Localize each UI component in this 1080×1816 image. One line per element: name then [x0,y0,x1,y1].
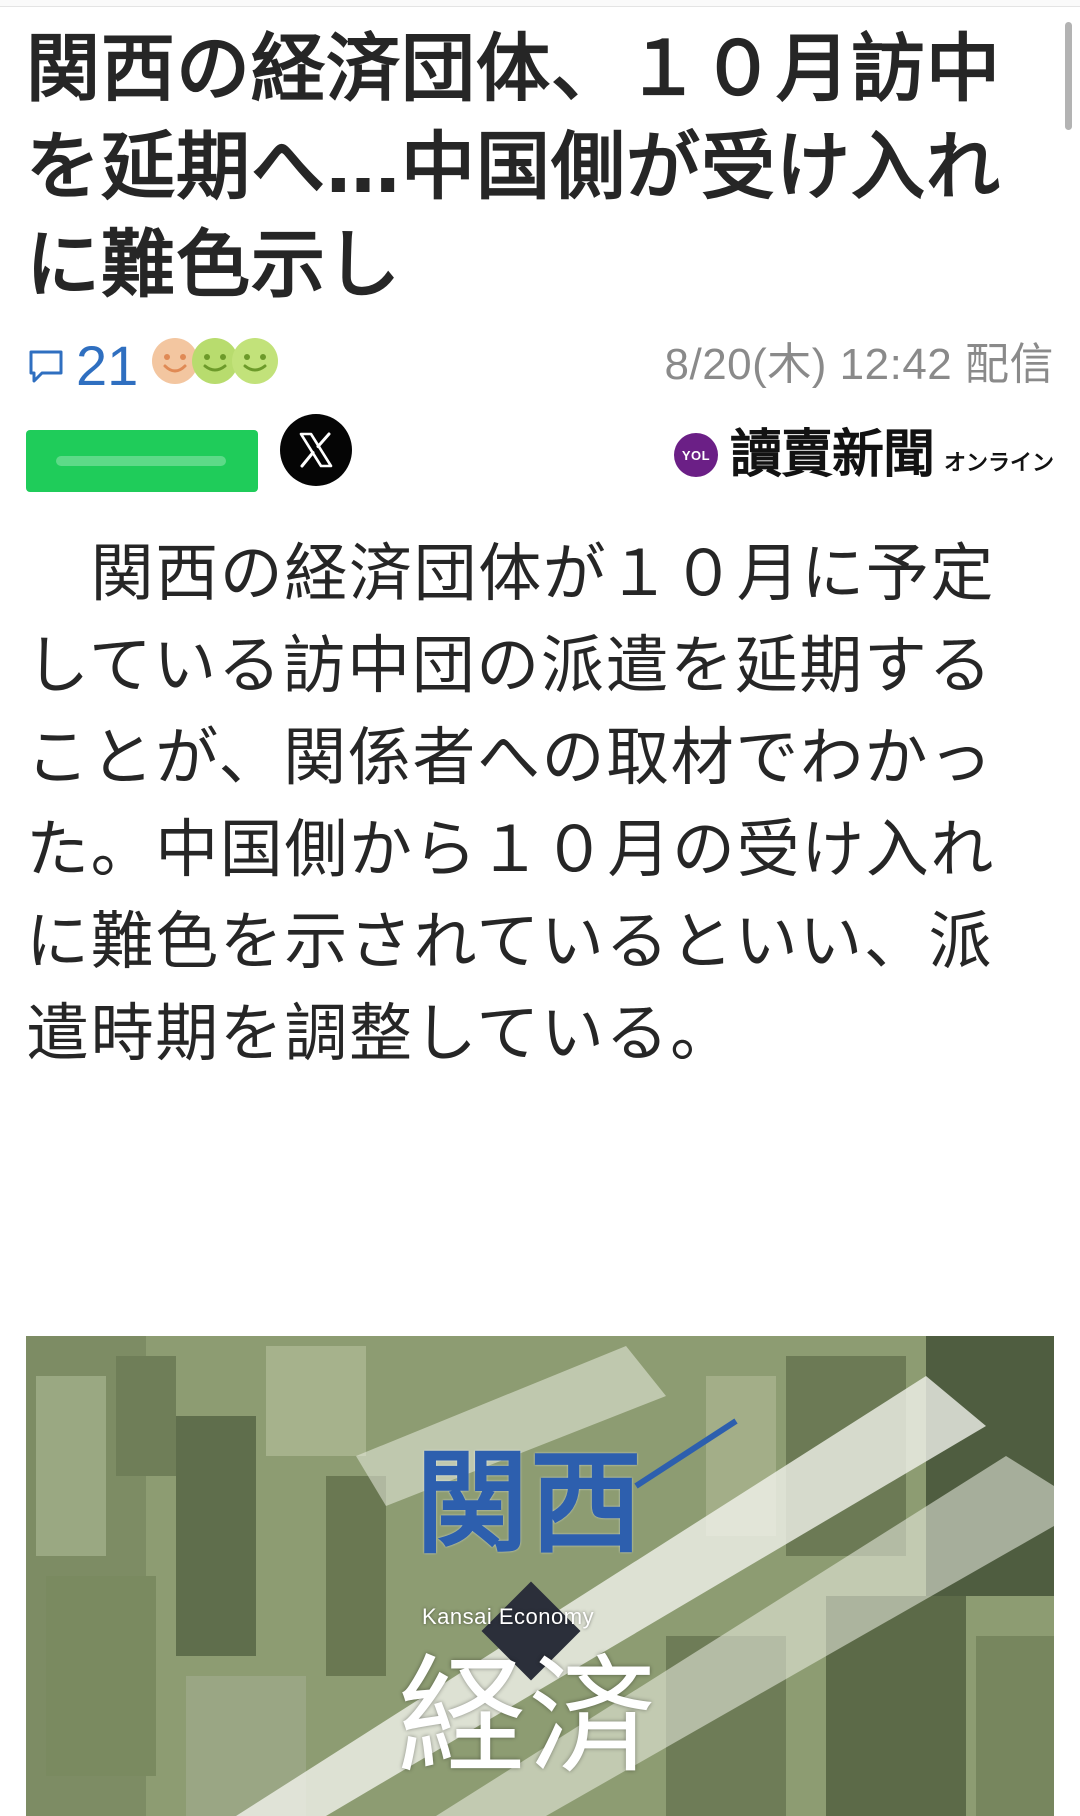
article-meta: 21 8/20(木) 12:42 配信 [26,328,1054,402]
x-logo-icon [299,432,333,468]
publisher-name: 讀賣新聞 [729,424,935,485]
comment-count: 21 [76,334,139,397]
smile-face-icon [232,338,278,384]
comment-bubble-icon [29,350,63,383]
publisher-suffix: オンライン [943,451,1054,476]
publish-date: 8/20(木) 12:42 配信 [664,340,1054,389]
figure-subtitle: 経済 [398,1643,659,1792]
comments-link[interactable]: 21 [26,336,138,396]
figure-title: 関西 [416,1438,644,1569]
reaction-faces[interactable] [150,336,310,390]
scrollbar[interactable] [1065,22,1072,130]
article-headline: 関西の経済団体、１０月訪中を延期へ…中国側が受け入れに難色示し [26,26,1001,308]
line-share-button[interactable] [26,430,258,492]
article-body: 関西の経済団体が１０月に予定している訪中団の派遣を延期することが、関係者への取材… [26,537,995,1070]
share-row: YOL 讀賣新聞 オンライン [26,414,1054,494]
x-share-button[interactable] [280,414,352,486]
article-image[interactable]: 関西 Kansai Economy 経済 [26,1336,1054,1816]
figure-caption: Kansai Economy [422,1604,595,1629]
yol-badge: YOL [673,433,718,477]
publisher-logo[interactable]: YOL 讀賣新聞 オンライン [673,420,1054,490]
top-divider [0,0,1080,7]
line-share-label-placeholder [56,456,226,466]
